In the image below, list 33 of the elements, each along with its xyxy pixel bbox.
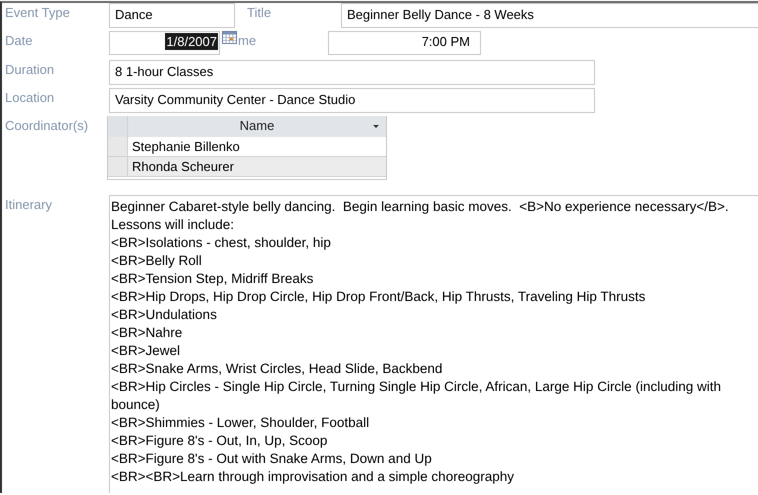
field-label: Duration — [5, 61, 56, 79]
date-field[interactable]: 1/8/2007 — [109, 31, 220, 55]
field-label: Event Type — [5, 4, 71, 22]
input-field[interactable]: 7:00 PM — [328, 31, 481, 55]
memo-line: <BR>Shimmies - Lower, Shoulder, Football — [110, 414, 370, 432]
field-label: Date — [5, 32, 34, 50]
dropdown-arrow-icon[interactable] — [373, 125, 379, 128]
field-label: Title — [247, 4, 272, 22]
memo-line: <BR>Figure 8's - Out with Snake Arms, Down and Up — [110, 450, 433, 468]
input-field[interactable]: Varsity Community Center - Dance Studio — [109, 88, 595, 113]
field-label: Location — [5, 89, 56, 107]
field-label: Itinerary — [5, 196, 53, 214]
memo-line: <BR>Snake Arms, Wrist Circles, Head Slide, Backbend — [110, 360, 444, 378]
memo-line: Beginner Cabaret-style belly dancing. Begin learning basic moves. <B>No experience necessary</B>. Lessons will include: — [110, 198, 730, 234]
memo-line: <BR>Nahre — [110, 324, 184, 342]
input-field[interactable]: 8 1-hour Classes — [109, 60, 595, 85]
memo-line: <BR>Tension Step, Midriff Breaks — [110, 270, 314, 288]
input-field[interactable]: Dance — [109, 3, 235, 28]
memo-line: <BR>Hip Circles - Single Hip Circle, Turning Single Hip Circle, African, Large Hip Circle (including with bounce) — [110, 378, 722, 414]
column-header-label: Name — [240, 118, 274, 133]
field-label: me — [238, 32, 258, 50]
table-cell[interactable]: Rhonda Scheurer — [128, 157, 386, 176]
memo-line: <BR>Isolations - chest, shoulder, hip — [110, 234, 332, 252]
calendar-icon[interactable] — [222, 31, 237, 44]
memo-line: <BR>Jewel — [110, 342, 182, 360]
memo-line: <BR><BR>Learn through improvisation and a simple choreography — [110, 468, 515, 486]
memo-line: <BR>Hip Drops, Hip Drop Circle, Hip Drop Front/Back, Hip Thrusts, Traveling Hip Thrusts — [110, 288, 646, 306]
memo-line: <BR>Undulations — [110, 306, 218, 324]
input-field[interactable]: Beginner Belly Dance - 8 Weeks — [341, 3, 758, 28]
memo-line: <BR>Belly Roll — [110, 252, 203, 270]
field-label: Coordinator(s) — [5, 117, 90, 135]
memo-line: <BR>Figure 8's - Out, In, Up, Scoop — [110, 432, 328, 450]
memo-field[interactable] — [109, 195, 758, 493]
